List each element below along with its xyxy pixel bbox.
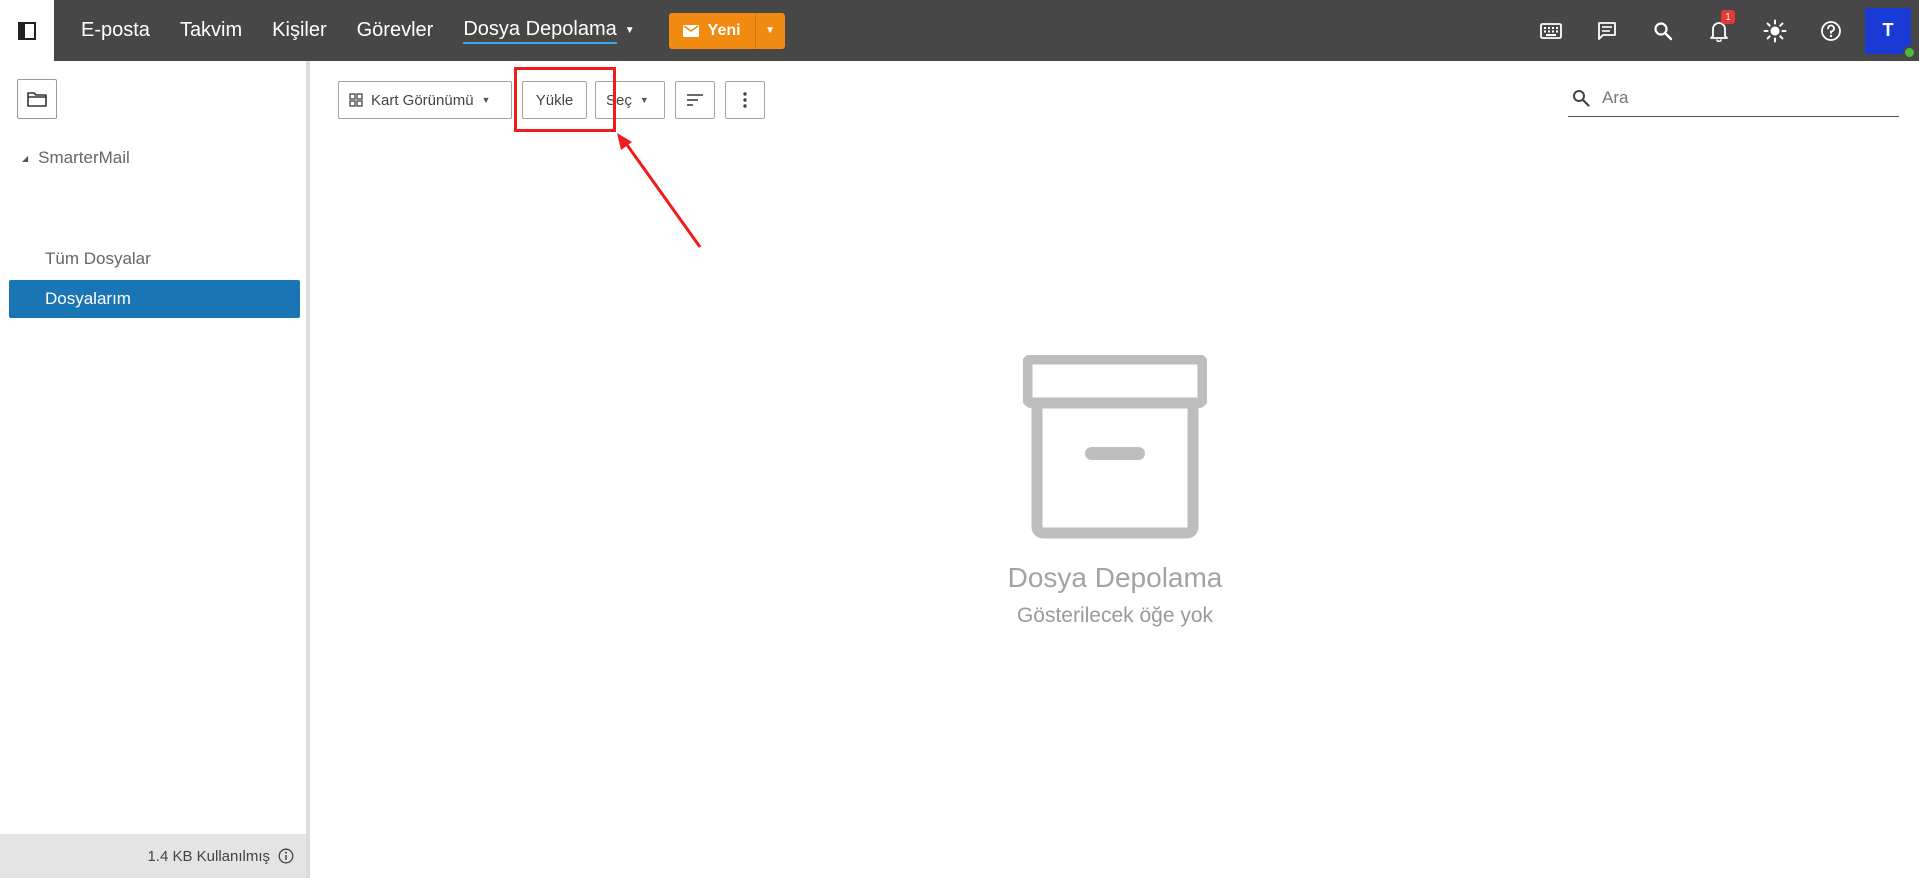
storage-usage-footer: 1.4 KB Kullanılmış <box>0 834 306 878</box>
sidebar-item-my-files[interactable]: Dosyalarım <box>9 280 300 318</box>
chat-button[interactable] <box>1579 0 1635 61</box>
brightness-icon <box>1763 19 1787 42</box>
archive-box-icon <box>1021 353 1209 539</box>
empty-state-title: Dosya Depolama <box>1007 562 1223 593</box>
global-search-button[interactable] <box>1635 0 1691 61</box>
keyboard-icon <box>1540 22 1562 39</box>
info-icon[interactable] <box>278 848 294 864</box>
chat-icon <box>1598 21 1616 40</box>
online-status-indicator <box>1903 45 1916 59</box>
new-dropdown-button[interactable]: ▼ <box>754 12 785 49</box>
annotation-arrow <box>617 133 702 248</box>
user-avatar[interactable]: T <box>1865 7 1916 59</box>
help-icon <box>1821 20 1841 41</box>
help-button[interactable] <box>1803 0 1859 61</box>
keyboard-shortcuts-button[interactable] <box>1523 0 1579 61</box>
search-input[interactable] <box>1602 88 1882 108</box>
chevron-down-icon: ▼ <box>765 25 776 36</box>
theme-toggle-button[interactable] <box>1747 0 1803 61</box>
search-icon <box>1573 90 1590 107</box>
storage-usage-text: 1.4 KB Kullanılmış <box>147 847 270 865</box>
more-options-button[interactable] <box>725 81 765 119</box>
top-right-icons: 1 T <box>1523 0 1919 61</box>
file-search <box>1568 80 1899 117</box>
notification-badge: 1 <box>1721 10 1735 24</box>
notifications-button[interactable]: 1 <box>1691 0 1747 61</box>
empty-state-subtitle: Gösterilecek öğe yok <box>1016 604 1214 627</box>
search-icon <box>1654 21 1673 40</box>
empty-state: Dosya Depolama Gösterilecek öğe yok <box>910 353 1320 628</box>
vertical-ellipsis-icon <box>743 92 747 108</box>
